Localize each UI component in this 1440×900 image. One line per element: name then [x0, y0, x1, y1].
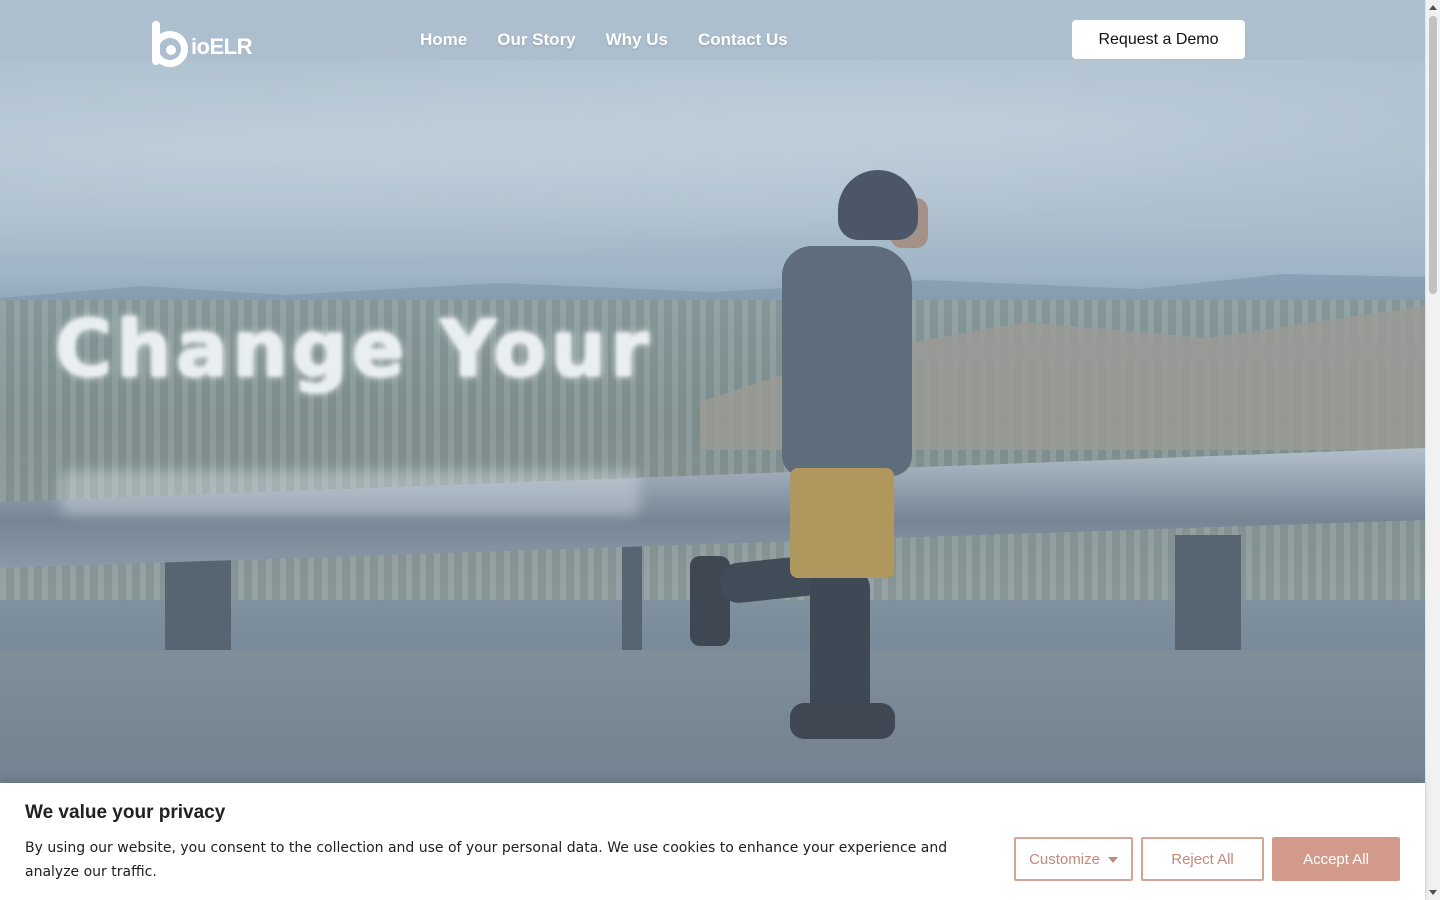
hero-overlay — [0, 0, 1425, 900]
scroll-up-arrow-icon[interactable] — [1429, 5, 1437, 10]
caret-down-icon — [1107, 857, 1118, 863]
scroll-down-arrow-icon[interactable] — [1429, 890, 1437, 895]
customize-button[interactable]: Customize — [1014, 837, 1133, 881]
brand-logo[interactable]: ioELR — [152, 18, 253, 68]
accept-all-button[interactable]: Accept All — [1272, 837, 1400, 881]
customize-label: Customize — [1029, 850, 1100, 868]
hero-headline: Change Your — [55, 305, 653, 395]
main-menu: Home Our Story Why Us Contact Us — [420, 30, 788, 50]
cookie-consent-banner: We value your privacy By using our websi… — [0, 783, 1425, 900]
top-navbar: ioELR Home Our Story Why Us Contact Us R… — [0, 0, 1425, 90]
nav-our-story[interactable]: Our Story — [497, 30, 575, 50]
request-demo-button[interactable]: Request a Demo — [1072, 20, 1245, 59]
nav-home[interactable]: Home — [420, 30, 467, 50]
logo-text: ioELR — [190, 34, 253, 59]
scrollbar-thumb[interactable] — [1429, 16, 1437, 294]
page-scrollbar[interactable] — [1425, 0, 1440, 900]
logo-b-icon — [152, 19, 190, 67]
reject-all-button[interactable]: Reject All — [1141, 837, 1264, 881]
cookie-banner-text: By using our website, you consent to the… — [25, 840, 948, 880]
nav-contact-us[interactable]: Contact Us — [698, 30, 788, 50]
hero-background — [0, 0, 1425, 900]
nav-why-us[interactable]: Why Us — [606, 30, 668, 50]
hero-headline-second-line-blurred — [60, 470, 640, 516]
cookie-banner-title: We value your privacy — [25, 802, 226, 823]
